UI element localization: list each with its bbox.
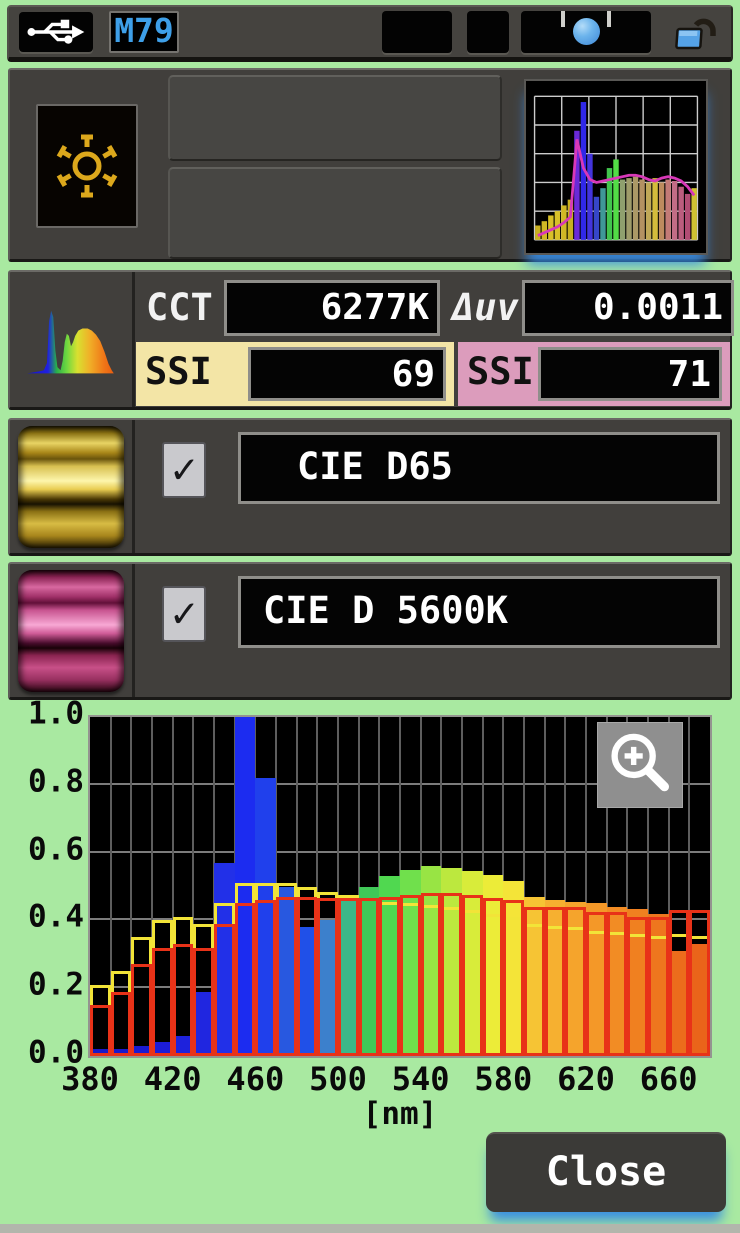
- d5600-outline-bar: [255, 900, 276, 1056]
- spectrum-thumbnail-button[interactable]: [524, 79, 708, 255]
- d5600-outline-bar: [193, 947, 214, 1056]
- usb-status-button[interactable]: [19, 12, 93, 52]
- lock-button[interactable]: [673, 8, 719, 56]
- memory-slot-badge[interactable]: M79: [109, 11, 179, 53]
- d5600-outline-bar: [172, 944, 194, 1056]
- x-axis-unit-label: [nm]: [362, 1096, 438, 1132]
- sun-icon: [51, 130, 123, 202]
- x-tick-label: 420: [143, 1060, 202, 1098]
- y-tick-label: 0.2: [28, 966, 84, 1003]
- reference-d5600-checkbox[interactable]: ✓: [162, 586, 206, 642]
- reference-d65-field[interactable]: CIE D65: [238, 432, 720, 504]
- x-tick-label: 660: [639, 1060, 698, 1098]
- d5600-outline-bar: [462, 894, 483, 1056]
- slider-knob-icon[interactable]: [573, 18, 600, 45]
- reference-roller-cell: [10, 564, 135, 697]
- reference-roller-cell: [10, 420, 135, 553]
- ssi-d5600-block[interactable]: SSI 71: [458, 342, 730, 406]
- gold-roller-icon[interactable]: [18, 426, 124, 548]
- reference-row-d65: ✓ CIE D65: [8, 418, 732, 556]
- topbar-button-2[interactable]: [467, 11, 509, 53]
- cct-label: CCT: [146, 286, 213, 329]
- duv-value-box: 0.0011: [522, 280, 734, 336]
- spectrum-icon: [27, 310, 114, 373]
- measurement-panel: CCT 6277K Δuv 0.0011 SSI 69 SSI 71: [8, 270, 734, 410]
- y-tick-label: 1.0: [28, 695, 84, 732]
- y-tick-label: 0.8: [28, 763, 84, 800]
- d5600-outline-bar: [90, 1005, 111, 1056]
- d5600-outline-bar: [420, 893, 442, 1056]
- usb-icon: [27, 19, 85, 44]
- ssi-d65-label: SSI: [145, 350, 212, 393]
- x-tick-label: 580: [474, 1060, 533, 1098]
- x-tick-label: 620: [557, 1060, 615, 1098]
- reference-d5600-field[interactable]: CIE D 5600K: [238, 576, 720, 648]
- screen-edge: [0, 1224, 740, 1233]
- d5600-outline-bar: [586, 911, 607, 1056]
- ssi-d5600-label: SSI: [467, 350, 534, 393]
- x-tick-label: 500: [309, 1060, 367, 1098]
- slider-notch: [607, 11, 611, 27]
- d5600-outline-bar: [379, 896, 400, 1056]
- d5600-outline-bar: [338, 898, 359, 1056]
- slider-notch: [561, 11, 565, 27]
- spectrum-mode-cell[interactable]: [10, 272, 135, 407]
- preset-memo-field[interactable]: [168, 167, 502, 259]
- unlocked-padlock-icon: [675, 18, 716, 50]
- d5600-outline-bar: [482, 898, 504, 1056]
- brightness-slider[interactable]: [521, 11, 651, 53]
- x-tick-label: 460: [226, 1060, 285, 1098]
- magnifier-plus-icon: [611, 733, 670, 792]
- duv-label: Δuv: [452, 286, 519, 329]
- close-button[interactable]: Close: [486, 1132, 726, 1212]
- light-source-button[interactable]: [36, 104, 138, 228]
- d5600-outline-bar: [689, 910, 710, 1056]
- d5600-outline-bar: [358, 898, 380, 1056]
- mini-spectrum-svg: [533, 95, 699, 241]
- d5600-outline-bar: [544, 906, 566, 1056]
- d5600-outline-bar: [276, 896, 297, 1056]
- y-axis: 1.0 0.8 0.6 0.4 0.2 0.0: [14, 696, 84, 1071]
- d5600-outline-bar: [214, 923, 235, 1056]
- d5600-outline-bar: [606, 911, 628, 1056]
- d5600-outline-bar: [110, 991, 132, 1056]
- d5600-outline-bar: [524, 906, 545, 1056]
- x-tick-label: 380: [61, 1060, 119, 1098]
- d5600-outline-bar: [296, 896, 318, 1056]
- d5600-outline-bar: [400, 894, 421, 1056]
- y-tick-label: 0.6: [28, 831, 84, 868]
- d5600-outline-bar: [317, 898, 338, 1056]
- d5600-outline-bar: [627, 917, 648, 1056]
- magenta-roller-icon[interactable]: [18, 570, 124, 692]
- zoom-chart-button[interactable]: [597, 722, 683, 808]
- d5600-outline-bar: [668, 910, 690, 1056]
- d5600-outline-bar: [234, 903, 256, 1056]
- reference-d65-checkbox[interactable]: ✓: [162, 442, 206, 498]
- cct-value-box: 6277K: [224, 280, 440, 336]
- x-tick-label: 540: [391, 1060, 450, 1098]
- d5600-outline-bar: [131, 964, 152, 1056]
- preset-name-field[interactable]: [168, 75, 502, 161]
- d5600-outline-bar: [441, 893, 462, 1056]
- d5600-outline-bar: [152, 947, 173, 1056]
- topbar-button-1[interactable]: [382, 11, 452, 53]
- ssi-d5600-value-box: 71: [538, 347, 722, 401]
- x-axis: 380 420 460 500 540 580 620 660: [61, 1060, 710, 1100]
- status-bar: M79: [7, 5, 733, 62]
- reference-row-d5600: ✓ CIE D 5600K: [8, 562, 732, 700]
- source-panel: [8, 68, 732, 262]
- d5600-outline-bar: [503, 900, 524, 1056]
- ssi-d65-value-box: 69: [248, 347, 446, 401]
- d5600-outline-bar: [648, 917, 669, 1056]
- d5600-outline-bar: [565, 906, 586, 1056]
- ssi-d65-block[interactable]: SSI 69: [136, 342, 454, 406]
- y-tick-label: 0.4: [28, 898, 84, 935]
